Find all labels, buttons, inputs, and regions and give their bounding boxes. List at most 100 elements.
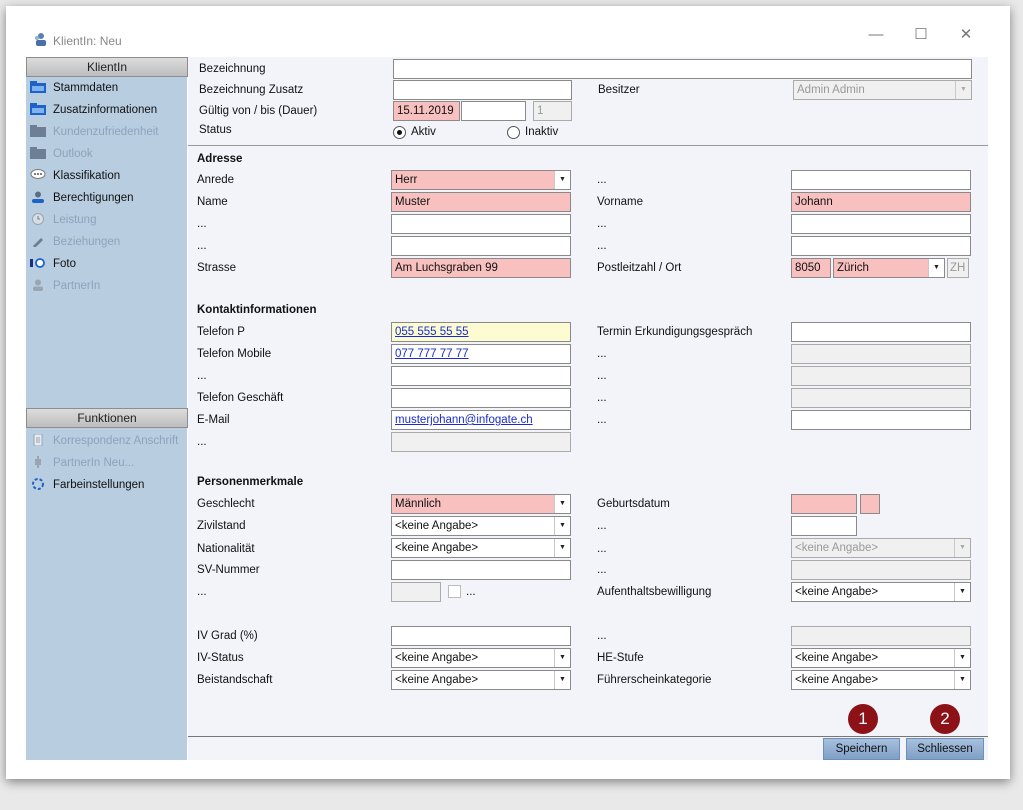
geschlecht-dropdown[interactable]: Männlich ▼ (391, 494, 571, 514)
nationalitaet-label: Nationalität (197, 543, 255, 555)
placeholder-label: ... (597, 392, 607, 404)
he-stufe-label: HE-Stufe (597, 652, 644, 664)
iv-grad-input[interactable] (391, 626, 571, 646)
sidebar-item-label: Beziehungen (53, 236, 121, 248)
section-title-adresse: Adresse (197, 153, 243, 165)
clock-icon (32, 212, 44, 225)
personen-extra-checkbox[interactable] (448, 585, 461, 598)
ort-dropdown[interactable]: Zürich ▼ (833, 258, 945, 278)
sv-nummer-label: SV-Nummer (197, 564, 260, 576)
geschlecht-value: Männlich (395, 498, 442, 510)
section-title-kontakt: Kontaktinformationen (197, 304, 317, 316)
bezeichnung-zusatz-input[interactable] (393, 80, 572, 100)
sidebar-item-partnerin[interactable]: PartnerIn (30, 276, 100, 296)
zivilstand-label: Zivilstand (197, 520, 246, 532)
folder-icon (30, 80, 46, 93)
bezeichnung-input[interactable] (393, 59, 972, 79)
email-input[interactable]: musterjohann@infogate.ch (391, 410, 571, 430)
contact-extra-input[interactable] (391, 366, 571, 386)
strasse-input[interactable]: Am Luchsgraben 99 (391, 258, 571, 278)
placeholder-label: ... (597, 218, 607, 230)
function-label: PartnerIn Neu... (53, 457, 135, 469)
address-extra-input[interactable] (791, 236, 971, 256)
sidebar-item-kundenzufriedenheit[interactable]: Kundenzufriedenheit (30, 122, 159, 142)
nationalitaet-value: <keine Angabe> (395, 542, 479, 554)
save-button[interactable]: Speichern (823, 738, 900, 760)
status-inaktiv-radio[interactable] (507, 126, 520, 139)
telefon-geschaeft-input[interactable] (391, 388, 571, 408)
nationalitaet-dropdown[interactable]: <keine Angabe> ▼ (391, 538, 571, 558)
close-button[interactable]: Schliessen (906, 738, 984, 760)
maximize-button[interactable]: ☐ (908, 26, 934, 44)
termin-input[interactable] (791, 322, 971, 342)
sv-nummer-input[interactable] (391, 560, 571, 580)
name-input[interactable]: Muster (391, 192, 571, 212)
telefon-mobile-input[interactable]: 077 777 77 77 (391, 344, 571, 364)
function-farbeinstellungen[interactable]: Farbeinstellungen (30, 475, 144, 495)
sidebar-item-beziehungen[interactable]: Beziehungen (30, 232, 120, 252)
gueltig-von-input[interactable]: 15.11.2019 (393, 101, 460, 121)
sidebar-item-leistung[interactable]: Leistung (30, 210, 96, 230)
chevron-down-icon: ▼ (954, 539, 970, 557)
anrede-extra-input[interactable] (791, 170, 971, 190)
fuehrerschein-label: Führerscheinkategorie (597, 674, 712, 686)
vorname-input[interactable]: Johann (791, 192, 971, 212)
chevron-down-icon: ▼ (554, 649, 570, 667)
email-label: E-Mail (197, 414, 230, 426)
personen-extra-input[interactable] (791, 516, 857, 536)
contact-extra-input (391, 432, 571, 452)
sidebar-item-zusatzinformationen[interactable]: Zusatzinformationen (30, 100, 157, 120)
telefon-geschaeft-label: Telefon Geschäft (197, 392, 284, 404)
sidebar-item-label: Stammdaten (53, 82, 119, 94)
placeholder-label: ... (597, 564, 607, 576)
iv-status-dropdown[interactable]: <keine Angabe> ▼ (391, 648, 571, 668)
add-user-icon (35, 455, 41, 468)
function-korrespondenz-anschrift[interactable]: Korrespondenz Anschrift (30, 431, 178, 451)
contact-extra-input (791, 388, 971, 408)
anrede-value: Herr (395, 174, 418, 186)
chevron-down-icon: ▼ (928, 259, 944, 277)
geburtsdatum-picker-button[interactable] (860, 494, 880, 514)
address-extra-input[interactable] (391, 214, 571, 234)
sidebar-item-label: Kundenzufriedenheit (53, 126, 159, 138)
close-window-button[interactable]: ✕ (953, 26, 979, 44)
minimize-button[interactable]: — (863, 26, 889, 44)
sidebar-item-label: Berechtigungen (53, 192, 134, 204)
placeholder-label: ... (597, 174, 607, 186)
plz-input[interactable]: 8050 (791, 258, 831, 278)
chevron-down-icon: ▼ (554, 495, 570, 513)
camera-icon (30, 258, 45, 268)
iv-status-value: <keine Angabe> (395, 652, 479, 664)
address-extra-input[interactable] (791, 214, 971, 234)
anrede-dropdown[interactable]: Herr ▼ (391, 170, 571, 190)
iv-grad-label: IV Grad (%) (197, 630, 258, 642)
zivilstand-dropdown[interactable]: <keine Angabe> ▼ (391, 516, 571, 536)
placeholder-label: ... (597, 240, 607, 252)
placeholder-label: ... (597, 630, 607, 642)
status-inaktiv-label[interactable]: Inaktiv (525, 126, 558, 138)
sidebar-header-klientin: KlientIn (26, 57, 188, 77)
function-partnerin-neu[interactable]: PartnerIn Neu... (30, 453, 134, 473)
document-icon (33, 433, 43, 446)
sidebar-item-label: Outlook (53, 148, 93, 160)
sidebar-item-berechtigungen[interactable]: Berechtigungen (30, 188, 134, 208)
sidebar-item-klassifikation[interactable]: Klassifikation (30, 166, 120, 186)
sidebar-item-label: Zusatzinformationen (53, 104, 158, 116)
termin-label: Termin Erkundigungsgespräch (597, 326, 753, 338)
fuehrerschein-dropdown[interactable]: <keine Angabe> ▼ (791, 670, 971, 690)
address-extra-input[interactable] (391, 236, 571, 256)
aufenthalt-dropdown[interactable]: <keine Angabe> ▼ (791, 582, 971, 602)
telefon-p-input[interactable]: 055 555 55 55 (391, 322, 571, 342)
he-stufe-dropdown[interactable]: <keine Angabe> ▼ (791, 648, 971, 668)
geburtsdatum-input[interactable] (791, 494, 857, 514)
beistandschaft-dropdown[interactable]: <keine Angabe> ▼ (391, 670, 571, 690)
sidebar-item-foto[interactable]: Foto (30, 254, 76, 274)
beistandschaft-value: <keine Angabe> (395, 674, 479, 686)
sidebar-item-outlook[interactable]: Outlook (30, 144, 93, 164)
gueltig-bis-input[interactable] (461, 101, 526, 121)
status-aktiv-label[interactable]: Aktiv (411, 126, 436, 138)
contact-extra-input[interactable] (791, 410, 971, 430)
sidebar-header-funktionen: Funktionen (26, 408, 188, 428)
sidebar-item-stammdaten[interactable]: Stammdaten (30, 78, 118, 98)
status-aktiv-radio[interactable] (393, 126, 406, 139)
